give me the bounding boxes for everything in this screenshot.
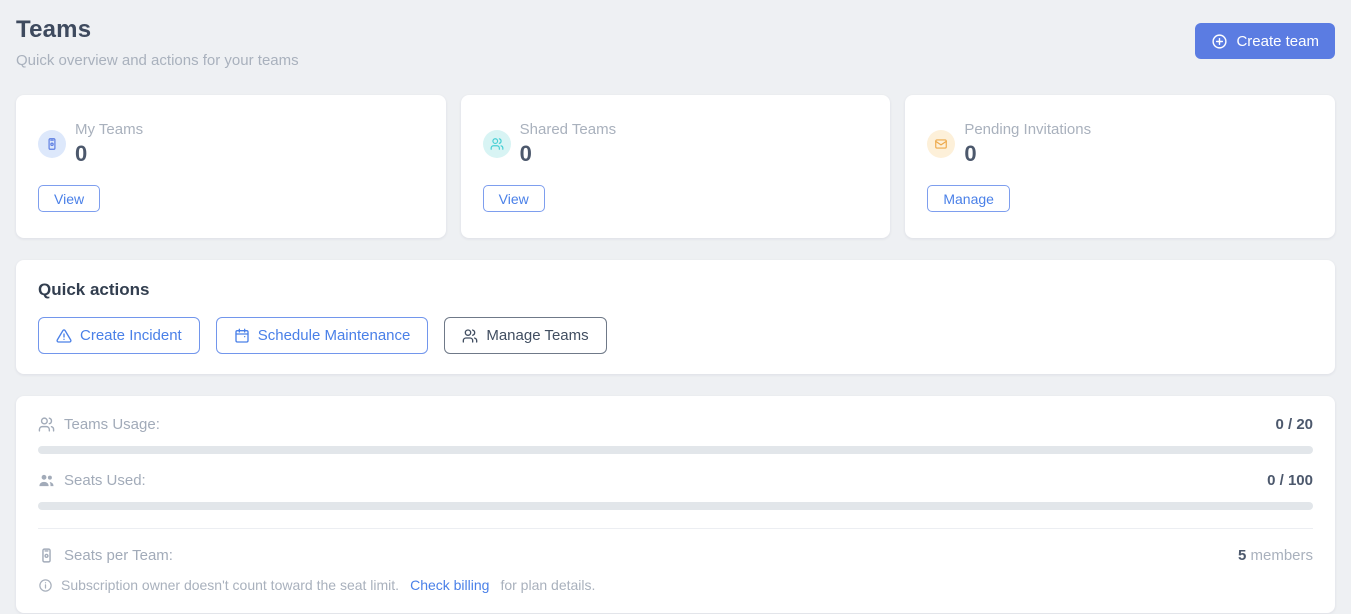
- seat-limit-note: Subscription owner doesn't count toward …: [38, 577, 1313, 593]
- stat-cards: My Teams 0 View Shared Teams 0 View: [16, 95, 1335, 238]
- seats-used-row: Seats Used: 0 / 100: [38, 472, 1313, 489]
- card-count: 0: [520, 141, 616, 167]
- team-outline-icon: [38, 416, 55, 433]
- usage-panel: Teams Usage: 0 / 20 Seats Used: 0 / 100: [16, 396, 1335, 613]
- card-top: My Teams 0: [38, 121, 424, 167]
- manage-teams-label: Manage Teams: [486, 327, 588, 344]
- stat-card-shared-teams: Shared Teams 0 View: [461, 95, 891, 238]
- page-subtitle: Quick overview and actions for your team…: [16, 52, 299, 69]
- plus-circle-icon: [1211, 33, 1228, 50]
- teams-usage-progressbar: [38, 446, 1313, 454]
- seats-used-value: 0 / 100: [1267, 472, 1313, 489]
- view-shared-teams-button[interactable]: View: [483, 185, 545, 212]
- card-label: My Teams: [75, 121, 143, 138]
- seats-per-team-number: 5: [1238, 547, 1246, 564]
- quick-actions-title: Quick actions: [38, 280, 1313, 300]
- view-my-teams-button[interactable]: View: [38, 185, 100, 212]
- teams-usage-value: 0 / 20: [1275, 416, 1313, 433]
- quick-actions-panel: Quick actions Create Incident Schedule M…: [16, 260, 1335, 374]
- schedule-maintenance-button[interactable]: Schedule Maintenance: [216, 317, 429, 354]
- card-top: Shared Teams 0: [483, 121, 869, 167]
- mail-icon: [927, 130, 955, 158]
- quick-actions-row: Create Incident Schedule Maintenance Man…: [38, 317, 1313, 354]
- card-top: Pending Invitations 0: [927, 121, 1313, 167]
- id-badge-icon: [38, 130, 66, 158]
- card-count: 0: [964, 141, 1091, 167]
- note-suffix: for plan details.: [500, 577, 595, 593]
- page-title: Teams: [16, 16, 299, 44]
- usage-divider: [38, 528, 1313, 529]
- header-text: Teams Quick overview and actions for you…: [16, 16, 299, 69]
- seats-used-label: Seats Used:: [64, 472, 146, 489]
- stat-card-my-teams: My Teams 0 View: [16, 95, 446, 238]
- seats-used-label-group: Seats Used:: [38, 472, 146, 489]
- warning-icon: [56, 328, 72, 344]
- info-icon: [38, 578, 53, 593]
- create-incident-label: Create Incident: [80, 327, 182, 344]
- seats-per-team-unit: members: [1250, 547, 1313, 564]
- seats-per-team-value: 5 members: [1238, 547, 1313, 564]
- teams-page: Teams Quick overview and actions for you…: [0, 0, 1351, 613]
- stat-card-pending-invitations: Pending Invitations 0 Manage: [905, 95, 1335, 238]
- create-team-button[interactable]: Create team: [1195, 23, 1335, 59]
- card-text: My Teams 0: [75, 121, 143, 167]
- card-count: 0: [75, 141, 143, 167]
- check-billing-link[interactable]: Check billing: [410, 577, 489, 593]
- calendar-icon: [234, 328, 250, 344]
- card-label: Shared Teams: [520, 121, 616, 138]
- seats-per-team-label: Seats per Team:: [64, 547, 173, 564]
- id-badge-icon: [38, 547, 55, 564]
- manage-teams-button[interactable]: Manage Teams: [444, 317, 606, 354]
- note-text: Subscription owner doesn't count toward …: [61, 577, 399, 593]
- users-filled-icon: [38, 472, 55, 489]
- teams-usage-label: Teams Usage:: [64, 416, 160, 433]
- teams-usage-row: Teams Usage: 0 / 20: [38, 416, 1313, 433]
- seats-per-team-row: Seats per Team: 5 members: [38, 547, 1313, 564]
- manage-invitations-button[interactable]: Manage: [927, 185, 1010, 212]
- page-header: Teams Quick overview and actions for you…: [16, 16, 1335, 69]
- seats-per-team-label-group: Seats per Team:: [38, 547, 173, 564]
- team-icon: [483, 130, 511, 158]
- create-incident-button[interactable]: Create Incident: [38, 317, 200, 354]
- card-text: Shared Teams 0: [520, 121, 616, 167]
- seats-used-progressbar: [38, 502, 1313, 510]
- users-icon: [462, 328, 478, 344]
- card-label: Pending Invitations: [964, 121, 1091, 138]
- create-team-label: Create team: [1236, 33, 1319, 50]
- schedule-maintenance-label: Schedule Maintenance: [258, 327, 411, 344]
- teams-usage-label-group: Teams Usage:: [38, 416, 160, 433]
- card-text: Pending Invitations 0: [964, 121, 1091, 167]
